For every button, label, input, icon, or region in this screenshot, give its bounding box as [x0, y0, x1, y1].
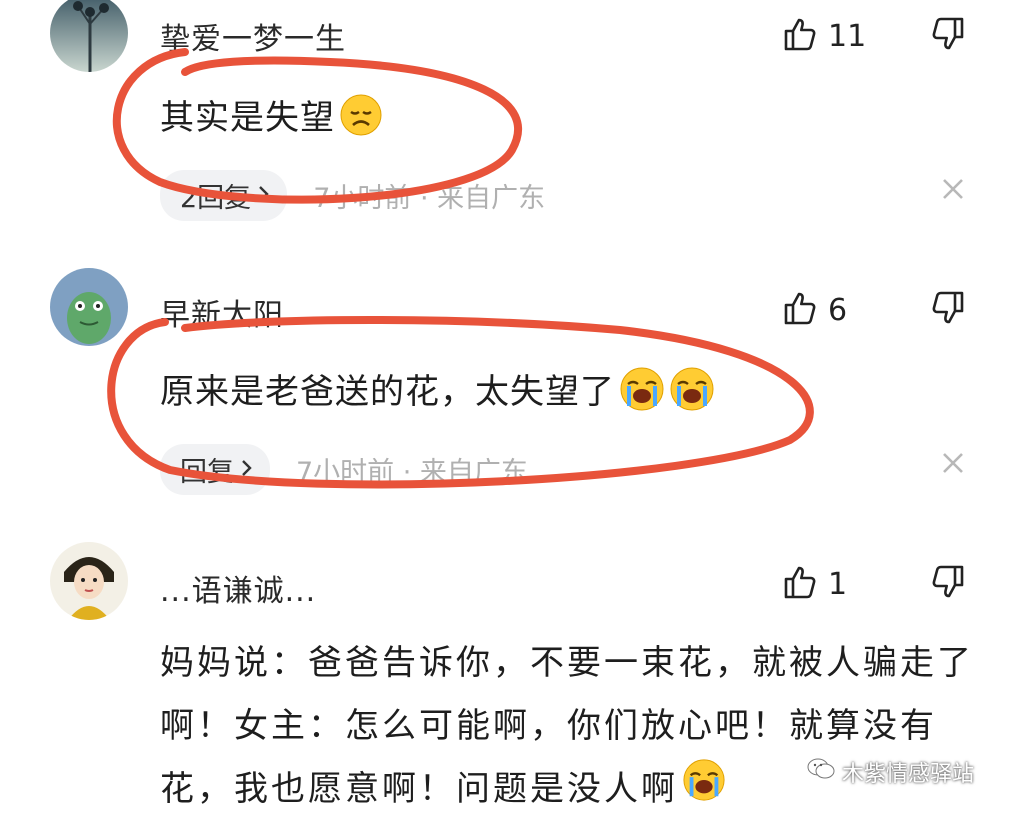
thumbs-up-icon: [782, 564, 818, 604]
dislike-button[interactable]: [930, 290, 966, 330]
comment-meta: 2回复 7小时前 · 来自广东: [160, 170, 545, 221]
wechat-icon: [806, 756, 836, 788]
username[interactable]: ...语谦诚...: [160, 566, 316, 610]
thumbs-up-icon: [782, 290, 818, 330]
reply-label: 回复: [180, 457, 234, 488]
username[interactable]: 挚爱一梦一生: [160, 14, 346, 58]
close-button[interactable]: [940, 176, 966, 206]
thumbs-down-icon: [930, 565, 966, 604]
thumbs-down-icon: [930, 291, 966, 330]
reply-label: 2回复: [180, 183, 252, 214]
comment-text: 其实是失望: [160, 90, 383, 146]
close-icon: [940, 179, 966, 206]
like-count: 1: [828, 566, 848, 602]
thumbs-up-icon: [782, 16, 818, 56]
comment-text-body: 其实是失望: [160, 98, 335, 138]
close-button[interactable]: [940, 450, 966, 480]
like-button[interactable]: 11: [782, 16, 866, 56]
loudly-crying-face-icon: [669, 366, 715, 421]
close-icon: [940, 453, 966, 480]
comment-meta: 回复 7小时前 · 来自广东: [160, 444, 528, 495]
disappointed-face-icon: [339, 93, 383, 146]
watermark-text: 木紫情感驿站: [842, 762, 975, 787]
like-count: 6: [828, 292, 848, 328]
chevron-right-icon: [257, 180, 271, 211]
reply-button[interactable]: 回复: [160, 444, 270, 495]
comment-text: 妈妈说：爸爸告诉你，不要一束花，就被人骗走了啊！女主：怎么可能啊，你们放心吧！就…: [160, 632, 980, 823]
like-button[interactable]: 6: [782, 290, 847, 330]
dislike-button[interactable]: [930, 16, 966, 56]
dislike-button[interactable]: [930, 564, 966, 604]
username[interactable]: 早新太阳: [160, 290, 284, 334]
avatar[interactable]: [50, 0, 128, 72]
like-count: 11: [828, 18, 867, 54]
comment-text-body: 原来是老爸送的花，太失望了: [160, 372, 615, 412]
avatar[interactable]: [50, 542, 128, 620]
loudly-crying-face-icon: [619, 366, 665, 421]
reply-button[interactable]: 2回复: [160, 170, 288, 221]
thumbs-down-icon: [930, 17, 966, 56]
comment-text: 原来是老爸送的花，太失望了: [160, 364, 715, 421]
avatar[interactable]: [50, 268, 128, 346]
time-location: 7小时前 · 来自广东: [313, 183, 546, 214]
like-button[interactable]: 1: [782, 564, 847, 604]
time-location: 7小时前 · 来自广东: [296, 457, 528, 488]
loudly-crying-face-icon: [682, 758, 726, 823]
watermark: 木紫情感驿站: [806, 756, 974, 788]
chevron-right-icon: [240, 454, 254, 485]
